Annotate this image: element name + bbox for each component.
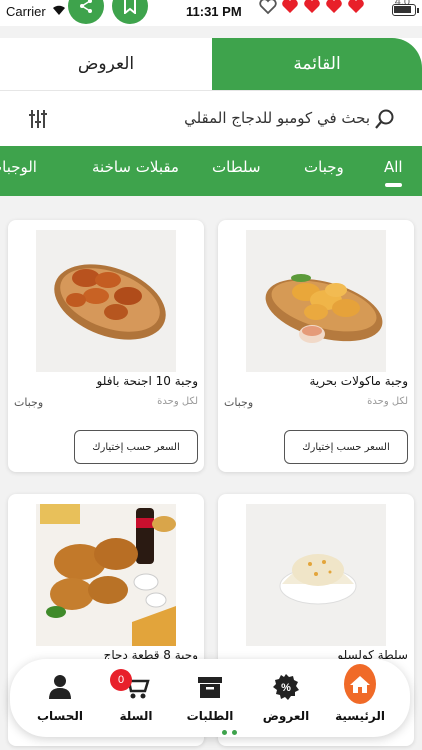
search-icon xyxy=(375,109,394,129)
bottom-nav: الرئيسية % العروض الطلبات 0 السلة الحساب xyxy=(10,659,410,737)
product-unit: لكل وحدة xyxy=(367,396,408,407)
cart-count-badge: 0 xyxy=(110,669,132,691)
category-selected-indicator xyxy=(385,183,402,187)
person-icon xyxy=(44,671,76,703)
search-input[interactable]: بحث في كومبو للدجاج المقلي xyxy=(184,109,370,127)
product-unit: لكل وحدة xyxy=(157,396,198,407)
price-choice-button[interactable]: السعر حسب إختيارك xyxy=(74,430,198,464)
wifi-icon xyxy=(53,5,65,15)
filter-icon[interactable] xyxy=(26,107,50,131)
nav-account-label: الحساب xyxy=(36,709,84,723)
nav-home[interactable]: الرئيسية xyxy=(320,659,400,737)
category-hot-appetizers[interactable]: مقبلات ساخنة xyxy=(92,158,179,176)
search-bar: بحث في كومبو للدجاج المقلي xyxy=(0,90,422,146)
tab-menu[interactable]: القائمة xyxy=(212,38,422,90)
share-icon xyxy=(80,0,92,13)
product-image xyxy=(246,230,386,372)
heart-filled-icon xyxy=(282,0,298,13)
price-choice-button[interactable]: السعر حسب إختيارك xyxy=(284,430,408,464)
archive-box-icon xyxy=(194,671,226,703)
category-meals-2[interactable]: الوجبات xyxy=(0,158,37,176)
nav-cart-label: السلة xyxy=(119,709,153,723)
product-category: وجبات xyxy=(14,396,44,409)
heart-outline-icon xyxy=(259,0,277,15)
nav-cart[interactable]: 0 السلة xyxy=(96,659,176,737)
nav-offers[interactable]: % العروض xyxy=(246,659,326,737)
heart-filled-icon xyxy=(348,0,364,13)
category-all[interactable]: All xyxy=(384,158,403,176)
nav-orders-label: الطلبات xyxy=(186,709,234,723)
heart-filled-icon xyxy=(304,0,320,13)
product-category: وجبات xyxy=(224,396,254,409)
status-time: 11:31 PM xyxy=(186,4,242,19)
carrier-label: Carrier xyxy=(6,4,46,19)
bookmark-icon xyxy=(124,0,136,14)
rating-hearts xyxy=(258,0,366,16)
nav-offers-label: العروض xyxy=(262,709,310,723)
tab-offers[interactable]: العروض xyxy=(0,38,212,90)
product-image xyxy=(36,504,176,646)
discount-badge-icon: % xyxy=(270,671,302,703)
tab-bar: العروض القائمة xyxy=(0,38,422,90)
product-card[interactable]: وجبة 10 اجنحة بافلو لكل وحدة وجبات السعر… xyxy=(8,220,204,472)
nav-account[interactable]: الحساب xyxy=(20,659,100,737)
product-card[interactable]: وجبة ماكولات بحرية لكل وحدة وجبات السعر … xyxy=(218,220,414,472)
category-salads[interactable]: سلطات xyxy=(212,158,261,176)
product-image xyxy=(246,504,386,646)
screen: { "status_bar": { "carrier": "Carrier", … xyxy=(0,0,422,750)
product-image xyxy=(36,230,176,372)
page-dots xyxy=(222,730,237,735)
category-meals[interactable]: وجبات xyxy=(304,158,344,176)
battery-icon xyxy=(392,4,419,16)
product-name: وجبة ماكولات بحرية xyxy=(309,374,408,388)
category-bar: All وجبات سلطات مقبلات ساخنة الوجبات xyxy=(0,146,422,196)
svg-text:%: % xyxy=(281,682,291,694)
nav-orders[interactable]: الطلبات xyxy=(170,659,250,737)
product-name: وجبة 10 اجنحة بافلو xyxy=(96,374,198,388)
heart-filled-icon xyxy=(326,0,342,13)
nav-home-label: الرئيسية xyxy=(335,709,385,723)
home-icon xyxy=(344,664,376,704)
